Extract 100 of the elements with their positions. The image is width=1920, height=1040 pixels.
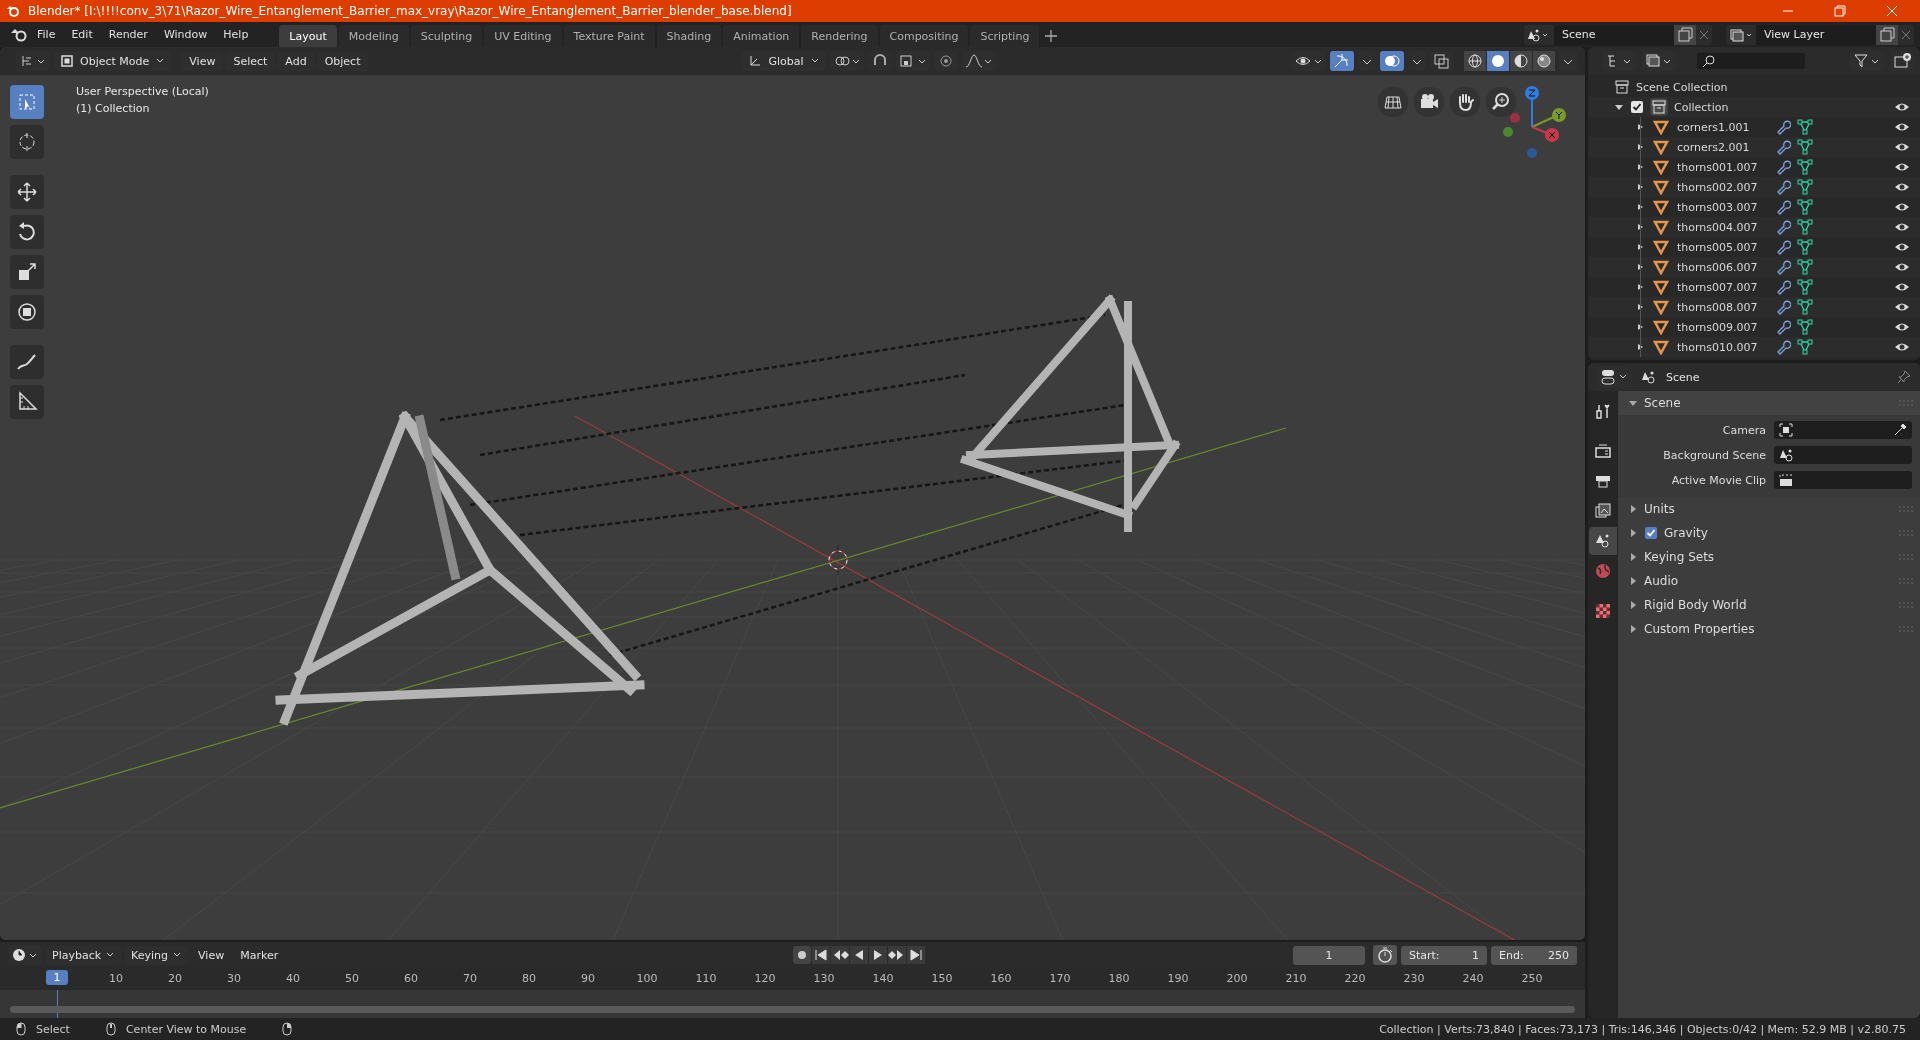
cursor-icon[interactable] [10,125,44,159]
mesh-data-icon[interactable] [1797,159,1813,175]
expand-arrow-icon[interactable] [1628,624,1638,634]
scrollbar[interactable] [10,1006,1575,1013]
play-reverse-icon[interactable] [850,946,869,964]
outliner-item[interactable]: thorns005.007 [1677,240,1769,254]
wrench-icon[interactable] [1775,259,1791,275]
outliner-item[interactable]: corners1.001 [1677,120,1769,134]
workspace-tab[interactable]: Animation [723,25,800,47]
wrench-icon[interactable] [1775,179,1791,195]
mesh-data-icon[interactable] [1797,199,1813,215]
workspace-tab[interactable]: Modeling [338,25,409,47]
eye-icon[interactable] [1894,121,1910,133]
menu-item[interactable]: Render [101,25,155,44]
outliner-item[interactable]: thorns003.007 [1677,200,1769,214]
panel-header[interactable]: Rigid Body World [1644,598,1747,612]
workspace-tab[interactable]: Scripting [970,25,1040,47]
outliner-item[interactable]: thorns002.007 [1677,180,1769,194]
playhead-frame[interactable]: 1 [46,970,68,985]
workspace-tab[interactable]: Layout [279,25,337,47]
rotate-icon[interactable] [10,215,44,249]
overlay-icon[interactable] [1380,51,1404,71]
expand-arrow-icon[interactable] [1628,576,1638,586]
image-stack-icon[interactable] [1726,24,1756,45]
scene-icon[interactable] [1589,527,1617,555]
close-icon[interactable] [1886,5,1898,17]
start-frame-field[interactable]: Start: 1 [1401,945,1487,965]
object-field[interactable] [1774,421,1912,439]
ruler-icon[interactable] [10,385,44,419]
wrench-icon[interactable] [1775,219,1791,235]
expand-arrow-icon[interactable] [1637,342,1645,352]
eye-icon[interactable] [1894,141,1910,153]
eye-icon[interactable] [1894,241,1910,253]
expand-arrow-icon[interactable] [1637,142,1645,152]
eye-icon[interactable] [1894,221,1910,233]
menu-item[interactable]: View [192,945,231,965]
workspace-tab[interactable]: Shading [656,25,722,47]
wrench-icon[interactable] [1775,319,1791,335]
checkbox[interactable] [1630,100,1644,114]
outliner-item[interactable]: corners2.001 [1677,140,1769,154]
panel-header[interactable]: Scene [1644,396,1681,410]
outliner-item[interactable]: thorns006.007 [1677,260,1769,274]
play-icon[interactable] [869,946,888,964]
scale-icon[interactable] [10,255,44,289]
mesh-data-icon[interactable] [1797,279,1813,295]
eye-icon[interactable] [1894,341,1910,353]
outliner-item[interactable]: thorns010.007 [1677,340,1769,354]
panel-header[interactable]: Units [1644,502,1675,516]
menu-item[interactable]: Marker [234,945,285,965]
mesh-data-icon[interactable] [1797,119,1813,135]
eye-icon[interactable] [1894,321,1910,333]
blender-logo-icon[interactable] [10,26,28,43]
wrench-icon[interactable] [1775,339,1791,355]
search-field[interactable] [1696,52,1806,70]
eye-icon[interactable] [1894,101,1910,113]
outliner-item[interactable]: thorns008.007 [1677,300,1769,314]
mesh-data-icon[interactable] [1797,219,1813,235]
camera-icon[interactable] [1414,87,1444,117]
expand-arrow-icon[interactable] [1637,322,1645,332]
expand-arrow-icon[interactable] [1628,552,1638,562]
workspace-tab[interactable]: Sculpting [410,25,483,47]
menu-item[interactable]: File [30,25,63,44]
expand-arrow-icon[interactable] [1637,262,1645,272]
outliner-item[interactable]: thorns004.007 [1677,220,1769,234]
zoom-icon[interactable] [1486,87,1516,117]
object-field[interactable] [1774,446,1912,464]
expand-arrow-icon[interactable] [1628,600,1638,610]
eye-icon[interactable] [1894,201,1910,213]
expand-arrow-icon[interactable] [1637,202,1645,212]
mesh-data-icon[interactable] [1797,339,1813,355]
outliner-item[interactable]: Scene Collection [1636,80,1728,94]
pin-icon[interactable] [1896,369,1912,385]
scene-field[interactable]: Scene [1554,24,1674,45]
scene-icon[interactable] [1524,24,1554,45]
close-icon[interactable] [1696,24,1712,45]
move-icon[interactable] [10,175,44,209]
outliner-item[interactable]: Collection [1674,100,1729,114]
workspace-tab[interactable]: Texture Paint [563,25,655,47]
panel-header[interactable]: Custom Properties [1644,622,1755,636]
annotate-icon[interactable] [10,345,44,379]
previous-keyframe-icon[interactable] [831,946,850,964]
eyedropper-icon[interactable] [1892,422,1908,438]
current-frame-field[interactable]: 1 [1293,945,1365,965]
outliner-item[interactable]: thorns007.007 [1677,280,1769,294]
mesh-data-icon[interactable] [1797,259,1813,275]
workspace-tab[interactable]: Rendering [801,25,878,47]
workspace-tab[interactable]: Compositing [879,25,969,47]
eye-icon[interactable] [1894,281,1910,293]
wrench-icon[interactable] [1775,239,1791,255]
wrench-icon[interactable] [1775,159,1791,175]
wrench-icon[interactable] [1775,279,1791,295]
mesh-data-icon[interactable] [1797,299,1813,315]
jump-end-icon[interactable] [907,946,926,964]
jump-start-icon[interactable] [812,946,831,964]
copy-icon[interactable] [1876,24,1898,45]
expand-arrow-icon[interactable] [1637,122,1645,132]
wrench-icon[interactable] [1775,199,1791,215]
gizmo-icon[interactable] [1330,51,1354,71]
collapse-arrow-icon[interactable] [1614,102,1624,112]
view-layer-field[interactable]: View Layer [1756,24,1876,45]
